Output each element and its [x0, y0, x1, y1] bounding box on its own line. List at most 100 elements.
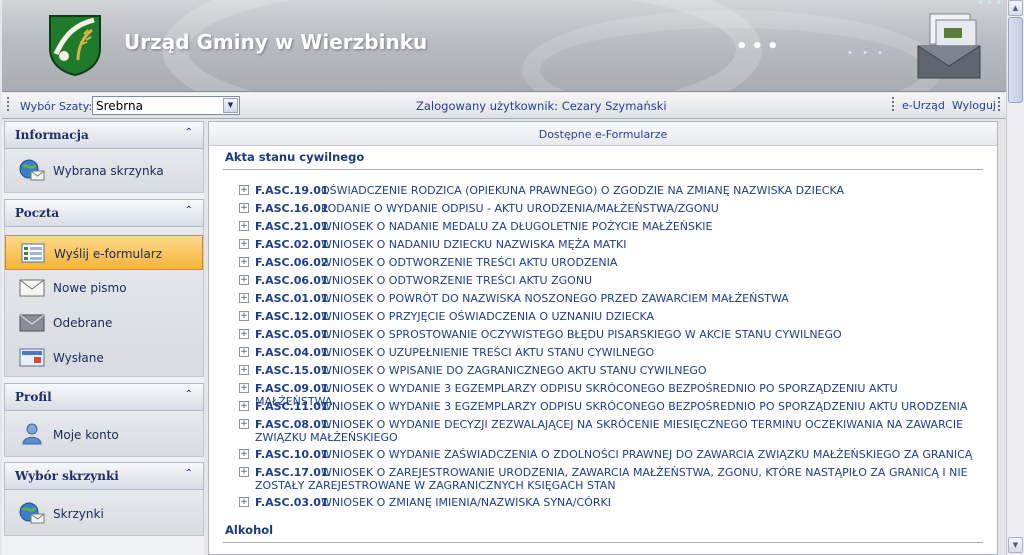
form-code[interactable]: F.ASC.06.02 [255, 256, 329, 269]
expand-icon[interactable]: + [239, 257, 249, 267]
form-code[interactable]: F.ASC.16.01 [255, 202, 329, 215]
scroll-up-button[interactable]: ▲ [1008, 0, 1023, 16]
form-name-link[interactable]: WNIOSEK O WYDANIE ZAŚWIADCZENIA O ZDOLNO… [255, 448, 975, 461]
expand-icon[interactable]: + [239, 347, 249, 357]
skin-select[interactable]: Srebrna ▼ [92, 96, 240, 115]
sidebar-item-wybrana-skrzynka[interactable]: Wybrana skrzynka [5, 153, 203, 188]
collapse-icon[interactable]: ⌃ [185, 127, 193, 138]
logout-link[interactable]: Wyloguj [952, 99, 996, 112]
expand-icon[interactable]: + [239, 239, 249, 249]
form-code[interactable]: F.ASC.05.01 [255, 328, 329, 341]
form-name-link[interactable]: PODANIE O WYDANIE ODPISU - AKTU URODZENI… [255, 202, 975, 215]
expand-icon[interactable]: + [239, 449, 249, 459]
scroll-down-button[interactable]: ▼ [1008, 537, 1023, 553]
scroll-thumb[interactable] [1008, 17, 1023, 103]
toolbar-grip [998, 97, 1001, 115]
form-name-link[interactable]: WNIOSEK O NADANIE MEDALU ZA DŁUGOLETNIE … [255, 220, 975, 233]
site-header: Urząd Gminy w Wierzbinku ••• • • • ••• [2, 0, 1006, 92]
category-divider [223, 169, 983, 170]
section-title: Informacja [15, 128, 89, 142]
expand-icon[interactable]: + [239, 383, 249, 393]
page-scrollbar[interactable]: ▲ ▼ [1006, 0, 1024, 555]
sidebar-item-nowe-pismo[interactable]: Nowe pismo [5, 270, 203, 305]
form-name-link[interactable]: WNIOSEK O WPISANIE DO ZAGRANICZNEGO AKTU… [255, 364, 975, 377]
sidebar-item-wyslane[interactable]: Wysłane [5, 340, 203, 375]
form-name-link[interactable]: WNIOSEK O UZUPEŁNIENIE TREŚCI AKTU STANU… [255, 346, 975, 359]
expand-icon[interactable]: + [239, 497, 249, 507]
form-code[interactable]: F.ASC.09.01 [255, 382, 329, 395]
sidebar: Informacja ⌃ Wybrana skrzynka Poczta ⌃ W… [2, 121, 204, 555]
eurzad-link[interactable]: e-Urząd [902, 99, 945, 112]
expand-icon[interactable]: + [239, 185, 249, 195]
form-code[interactable]: F.ASC.04.01 [255, 346, 329, 359]
expand-icon[interactable]: + [239, 293, 249, 303]
form-name-link[interactable]: OŚWIADCZENIE RODZICA (OPIEKUNA PRAWNEGO)… [255, 184, 975, 197]
header-dots: ••• [736, 36, 783, 57]
expand-icon[interactable]: + [239, 419, 249, 429]
sidebar-section-poczta[interactable]: Poczta ⌃ [4, 199, 204, 227]
form-code[interactable]: F.ASC.17.01 [255, 466, 329, 479]
form-name-link[interactable]: WNIOSEK O WYDANIE 3 EGZEMPLARZY ODPISU S… [255, 400, 975, 413]
sidebar-item-skrzynki[interactable]: Skrzynki [5, 496, 203, 531]
sidebar-section-body: Wybrana skrzynka [4, 149, 204, 193]
expand-icon[interactable]: + [239, 329, 249, 339]
toolbar-grip [892, 97, 895, 115]
expand-icon[interactable]: + [239, 275, 249, 285]
header-dots-small: • • • [847, 48, 887, 59]
collapse-icon[interactable]: ⌃ [185, 389, 193, 400]
sidebar-item-odebrane[interactable]: Odebrane [5, 305, 203, 340]
expand-icon[interactable]: + [239, 401, 249, 411]
expand-icon[interactable]: + [239, 311, 249, 321]
form-name-link[interactable]: WNIOSEK O NADANIU DZIECKU NAZWISKA MĘŻA … [255, 238, 975, 251]
sidebar-section-body: Moje konto [4, 411, 204, 457]
chevron-down-icon[interactable]: ▼ [223, 98, 238, 113]
form-code[interactable]: F.ASC.08.01 [255, 418, 329, 431]
form-name-link[interactable]: WNIOSEK O ODTWORZENIE TREŚCI AKTU ZGONU [255, 274, 975, 287]
globe-mail-icon [19, 502, 45, 524]
form-code[interactable]: F.ASC.01.01 [255, 292, 329, 305]
category-title: Akta stanu cywilnego [225, 150, 365, 164]
collapse-icon[interactable]: ⌃ [185, 468, 193, 479]
user-icon [22, 423, 42, 445]
form-code[interactable]: F.ASC.11.01 [255, 400, 329, 413]
form-code[interactable]: F.ASC.10.01 [255, 448, 329, 461]
sidebar-item-label: Skrzynki [53, 507, 104, 521]
sidebar-item-label: Wysłane [53, 351, 104, 365]
section-title: Poczta [15, 206, 60, 220]
form-name-link[interactable]: WNIOSEK O SPROSTOWANIE OCZYWISTEGO BŁĘDU… [255, 328, 975, 341]
main-panel-header: Dostępne e-Formularze [209, 122, 997, 146]
form-code[interactable]: F.ASC.15.01 [255, 364, 329, 377]
section-title: Profil [15, 390, 52, 404]
skin-label: Wybór Szaty: [20, 100, 93, 113]
category-divider [223, 542, 983, 543]
main-panel: Dostępne e-Formularze Akta stanu cywilne… [208, 121, 998, 555]
collapse-icon[interactable]: ⌃ [185, 205, 193, 216]
form-code[interactable]: F.ASC.06.01 [255, 274, 329, 287]
form-name-link[interactable]: WNIOSEK O ODTWORZENIE TREŚCI AKTU URODZE… [255, 256, 975, 269]
sidebar-section-body: Skrzynki [4, 490, 204, 536]
form-name-link[interactable]: WNIOSEK O ZMIANĘ IMIENIA/NAZWISKA SYNA/C… [255, 496, 975, 509]
form-code[interactable]: F.ASC.02.01 [255, 238, 329, 251]
sidebar-item-label: Wyślij e-formularz [54, 247, 163, 261]
sidebar-item-moje-konto[interactable]: Moje konto [5, 417, 203, 452]
site-title: Urząd Gminy w Wierzbinku [124, 30, 428, 54]
expand-icon[interactable]: + [239, 221, 249, 231]
sidebar-section-informacja[interactable]: Informacja ⌃ [4, 121, 204, 149]
form-name-link[interactable]: WNIOSEK O PRZYJĘCIE OŚWIADCZENIA O UZNAN… [255, 310, 975, 323]
form-code[interactable]: F.ASC.21.01 [255, 220, 329, 233]
logged-user: Zalogowany użytkownik: Cezary Szymański [416, 99, 667, 113]
sidebar-section-wybor-skrzynki[interactable]: Wybór skrzynki ⌃ [4, 462, 204, 490]
sidebar-item-label: Moje konto [53, 428, 119, 442]
form-name-link[interactable]: WNIOSEK O POWRÓT DO NAZWISKA NOSZONEGO P… [255, 292, 975, 305]
expand-icon[interactable]: + [239, 365, 249, 375]
expand-icon[interactable]: + [239, 467, 249, 477]
form-code[interactable]: F.ASC.12.01 [255, 310, 329, 323]
form-name-link[interactable]: WNIOSEK O WYDANIE DECYZJI ZEZWALAJĄCEJ N… [255, 418, 975, 444]
sidebar-item-wyslij-e-formularz[interactable]: Wyślij e-formularz [5, 235, 203, 270]
form-code[interactable]: F.ASC.03.01 [255, 496, 329, 509]
form-code[interactable]: F.ASC.19.01 [255, 184, 329, 197]
sidebar-section-profil[interactable]: Profil ⌃ [4, 383, 204, 411]
expand-icon[interactable]: + [239, 203, 249, 213]
form-name-link[interactable]: WNIOSEK O ZAREJESTROWANIE URODZENIA, ZAW… [255, 466, 975, 492]
panel-title: Dostępne e-Formularze [538, 128, 668, 141]
